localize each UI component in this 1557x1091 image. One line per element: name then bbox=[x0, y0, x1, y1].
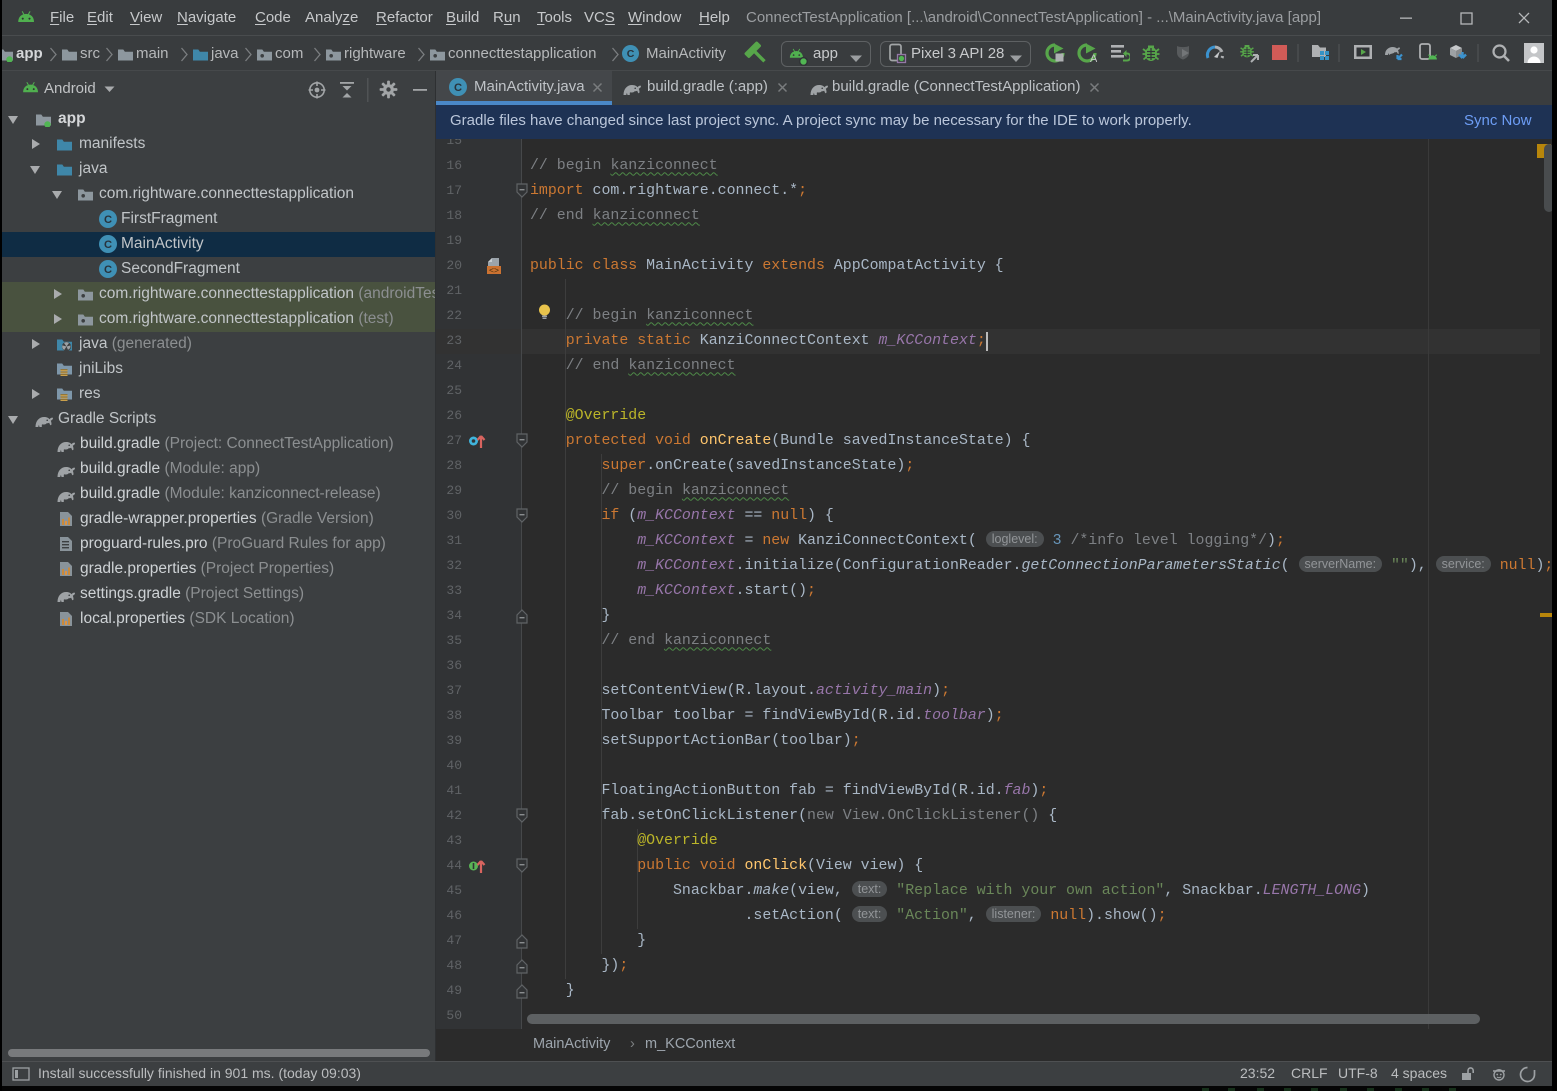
svg-text:C: C bbox=[104, 264, 112, 276]
svg-text:C: C bbox=[454, 82, 462, 94]
svg-text:C: C bbox=[627, 48, 635, 60]
svg-text:A: A bbox=[1090, 53, 1097, 63]
svg-text:C: C bbox=[104, 239, 112, 251]
svg-text:<>: <> bbox=[489, 265, 499, 275]
svg-text:C: C bbox=[104, 214, 112, 226]
